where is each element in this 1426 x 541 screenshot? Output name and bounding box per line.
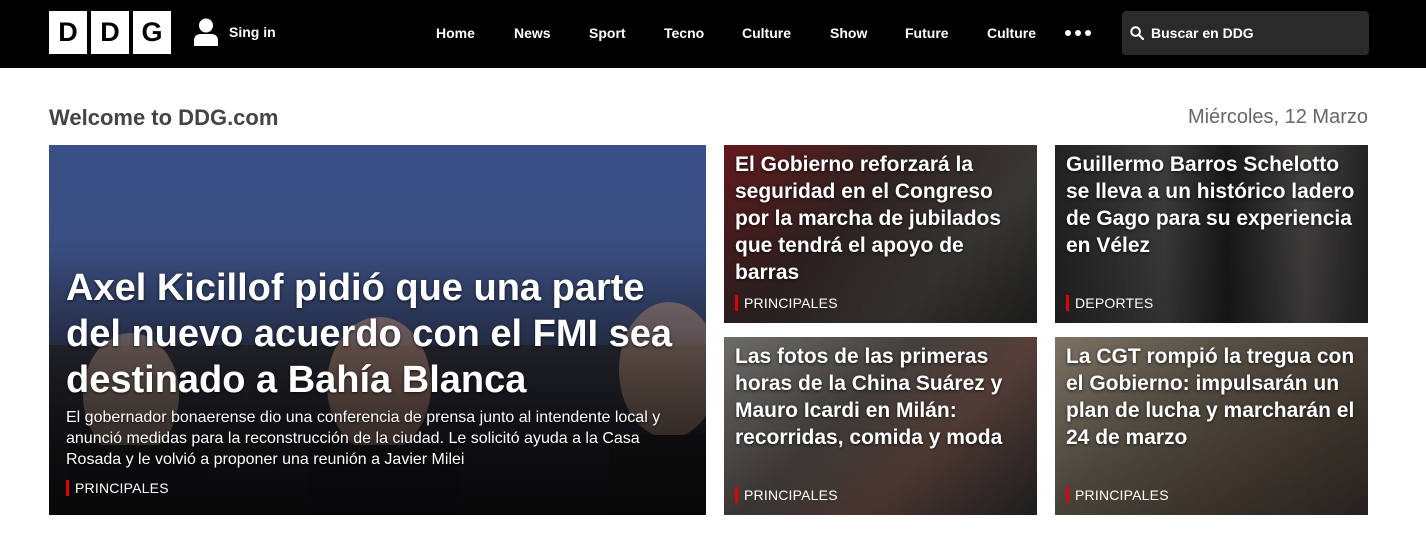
search-icon (1130, 26, 1144, 40)
current-date: Miércoles, 12 Marzo (1187, 106, 1368, 128)
section-tag[interactable]: PRINCIPALES (1066, 487, 1169, 503)
page-title: Welcome to DDG.com (49, 105, 279, 130)
story-headline[interactable]: La CGT rompió la tregua con el Gobierno:… (1066, 343, 1361, 451)
section-tag[interactable]: PRINCIPALES (735, 295, 838, 311)
nav-tecno[interactable]: Tecno (664, 25, 704, 41)
story-card[interactable]: La CGT rompió la tregua con el Gobierno:… (1055, 337, 1368, 515)
nav-sport[interactable]: Sport (589, 25, 626, 41)
story-headline[interactable]: Guillermo Barros Schelotto se lleva a un… (1066, 151, 1361, 259)
search-box[interactable] (1122, 11, 1369, 55)
nav-home[interactable]: Home (436, 25, 475, 41)
main-story-card[interactable]: Axel Kicillof pidió que una parte del nu… (49, 145, 706, 515)
nav-culture-2[interactable]: Culture (987, 25, 1036, 41)
story-card[interactable]: El Gobierno reforzará la seguridad en el… (724, 145, 1037, 323)
section-tag[interactable]: PRINCIPALES (735, 487, 838, 503)
main-story-summary: El gobernador bonaerense dio una confere… (66, 409, 661, 468)
story-headline[interactable]: Las fotos de las primeras horas de la Ch… (735, 343, 1030, 451)
story-headline[interactable]: El Gobierno reforzará la seguridad en el… (735, 151, 1030, 286)
nav-news[interactable]: News (514, 25, 551, 41)
nav-culture[interactable]: Culture (742, 25, 791, 41)
nav-future[interactable]: Future (905, 25, 949, 41)
story-card[interactable]: Las fotos de las primeras horas de la Ch… (724, 337, 1037, 515)
search-input[interactable] (1151, 25, 1351, 41)
story-card[interactable]: Guillermo Barros Schelotto se lleva a un… (1055, 145, 1368, 323)
nav-show[interactable]: Show (830, 25, 867, 41)
more-menu-icon[interactable] (1065, 30, 1091, 36)
top-navbar: D D G Sing in Home News Sport Tecno Cult… (0, 0, 1426, 68)
section-tag[interactable]: DEPORTES (1066, 295, 1153, 311)
section-tag[interactable]: PRINCIPALES (66, 480, 169, 496)
main-story-headline[interactable]: Axel Kicillof pidió que una parte del nu… (66, 265, 696, 403)
